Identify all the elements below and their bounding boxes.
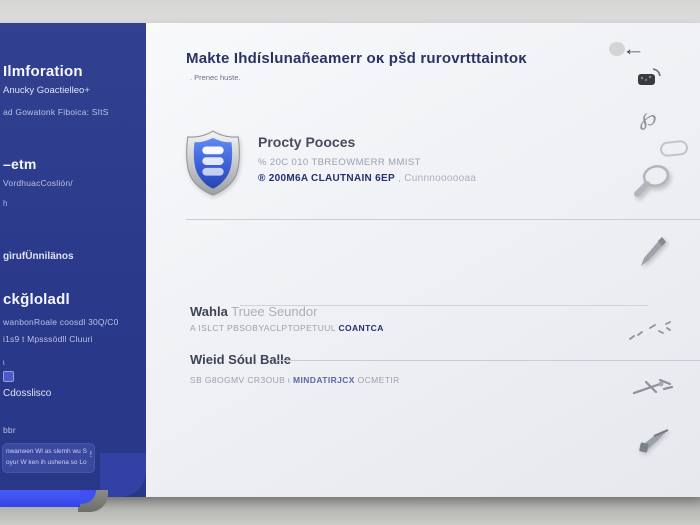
toggle-outline-icon[interactable]	[659, 140, 688, 158]
sidebar-item-2[interactable]: Cdosslisco	[0, 388, 51, 399]
sidebar-section-ck-title[interactable]: ckğloladl	[0, 291, 70, 308]
card-line-2: ® 200M6A CLAUTNAIN 6EP , Cunnnoooooaa	[258, 173, 476, 184]
notice-line-2: oyur W ken ih ushena so Lonpanall Sunsoo…	[6, 458, 87, 469]
group-icon[interactable]	[636, 65, 664, 89]
sidebar-notice-box[interactable]: nwanwen Wl as slemh wu Sulend SrieM oyur…	[2, 443, 95, 473]
card-title: Procty Pooces	[258, 134, 476, 150]
page-title: Makte Ihdíslunañeamerr oĸ pšd rurovrttta…	[186, 50, 527, 67]
back-arrow-icon[interactable]: ←	[622, 37, 645, 60]
tools-icon[interactable]	[630, 375, 676, 401]
badge-icon[interactable]	[3, 371, 14, 382]
card-line-2-strong: ® 200M6A CLAUTNAIN 6EP	[258, 173, 395, 184]
notice-line-1: nwanwen Wl as slemh wu Sulend SrieM	[6, 447, 87, 458]
list-item-3-subtitle: SB G8OGMV CR3OUB ɩ MINDATIRJCX OCMETIR	[190, 375, 400, 385]
pen-nib-icon[interactable]	[634, 423, 674, 457]
process-card[interactable]: Procty Pooces % 20C 010 TBREOWMERR MMIST…	[258, 134, 476, 184]
sidebar-section-etm-tick: h	[0, 199, 7, 208]
exclamation-icon: !	[90, 450, 92, 459]
row2-sub-pre: A ISLCT PBSOBYACLPTOPETUUL	[190, 323, 338, 333]
row3-sub-post: OCMETIR	[355, 375, 400, 385]
sidebar-section-etm-sub1[interactable]: VordhuacCoslión/	[0, 178, 73, 188]
page-subtitle: . Prenec huste.	[190, 73, 240, 82]
sidebar-bottom-strip	[0, 490, 80, 507]
divider-1	[186, 219, 700, 220]
row2-sub-strong: COANTCA	[338, 323, 383, 333]
divider-3	[276, 360, 700, 361]
row3-sub-pre: SB G8OGMV CR3OUB ɩ	[190, 375, 293, 385]
row3-sub-strong: MINDATIRJCX	[293, 375, 355, 385]
sidebar-section-info-title[interactable]: Ilmforation	[0, 63, 83, 80]
app-window: Ilmforation Anucky Goactielleo+ ad Gowat…	[0, 23, 700, 497]
row2-title-rest: Truee Seundor	[228, 304, 318, 319]
pen-icon[interactable]	[638, 235, 668, 269]
sidebar-section-etm-title[interactable]: –etm	[0, 156, 36, 172]
sparkle-marks-icon[interactable]	[626, 319, 676, 345]
sidebar-section-info-sub2[interactable]: ad Gowatonk Fiboica: SItS	[0, 107, 109, 117]
list-item-2-title[interactable]: Wahla Truee Seundor	[190, 304, 317, 319]
row2-title-strong: Wahla	[190, 304, 228, 319]
sidebar-section-ck-tick: ɩ	[0, 358, 5, 367]
sidebar-footer-label: bbr	[0, 425, 16, 435]
sidebar-section-info-sub1[interactable]: Anucky Goactielleo+	[0, 85, 90, 96]
list-item-2-subtitle: A ISLCT PBSOBYACLPTOPETUUL COANTCA	[190, 323, 384, 333]
magnifier-icon[interactable]	[632, 163, 672, 199]
page-background: Ilmforation Anucky Goactielleo+ ad Gowat…	[0, 0, 700, 525]
card-line-2-rest: , Cunnnoooooaa	[395, 173, 476, 184]
shield-icon	[182, 129, 244, 197]
sidebar-section-ck-sub1[interactable]: wanbonRoale coosdl 30Q/C0	[0, 317, 119, 327]
ribbon-icon[interactable]: ℘	[639, 102, 659, 133]
sidebar-item-1[interactable]: gìrufÜnnilänos	[0, 251, 74, 262]
sidebar: Ilmforation Anucky Goactielleo+ ad Gowat…	[0, 23, 146, 497]
sidebar-section-ck-sub2[interactable]: i1s9 t Mpsssödll Cluuri	[0, 334, 93, 344]
card-line-1: % 20C 010 TBREOWMERR MMIST	[258, 157, 476, 168]
